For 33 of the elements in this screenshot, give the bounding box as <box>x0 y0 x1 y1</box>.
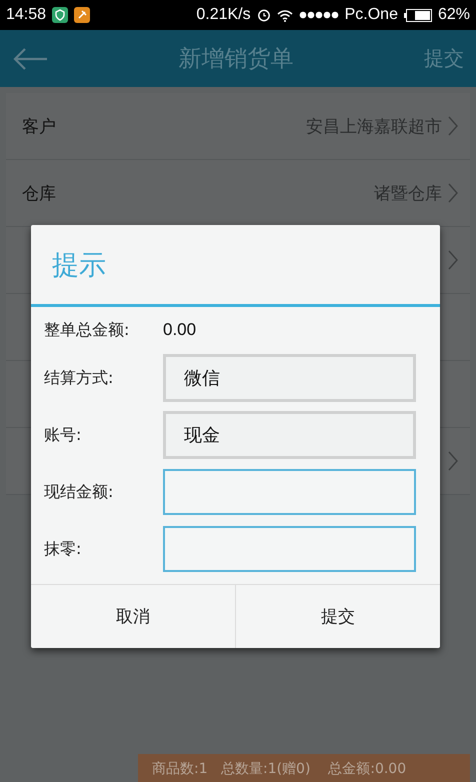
dialog-button[interactable]: 提交 <box>235 585 440 648</box>
select-field[interactable]: 现金 <box>163 411 416 459</box>
row-label: 仓库 <box>22 182 56 204</box>
page-title: 新增销货单 <box>178 45 294 74</box>
summary-bar: 商品数:1 总数量:1(赠0) 总金额:0.00 <box>138 754 470 782</box>
input-field[interactable] <box>163 526 416 572</box>
chevron-icon <box>448 250 458 270</box>
dialog-button[interactable]: 取消 <box>31 585 235 648</box>
chevron-icon <box>448 116 458 136</box>
field-label: 结算方式: <box>44 368 114 388</box>
dialog-title: 提示 <box>31 225 440 307</box>
wifi-icon <box>276 8 293 22</box>
alarm-icon <box>256 8 271 22</box>
chevron-icon <box>448 183 458 203</box>
select-field[interactable]: 微信 <box>163 354 416 402</box>
field-label: 现结金额: <box>44 482 114 502</box>
field-label: 整单总金额: <box>44 320 130 340</box>
battery-icon <box>404 8 432 22</box>
signal-icon <box>298 11 339 19</box>
back-button[interactable] <box>12 46 48 70</box>
carrier-name: Pc.One <box>344 6 398 24</box>
row-label: 客户 <box>22 116 56 138</box>
network-speed: 0.21K/s <box>196 6 251 24</box>
app-icon <box>74 7 90 23</box>
battery-level: 62% <box>438 6 470 24</box>
status-time: 14:58 <box>6 6 46 24</box>
shield-icon <box>52 7 68 23</box>
amount-value: 0.00 <box>163 320 196 340</box>
input-field[interactable] <box>163 469 416 515</box>
field-label: 抹零: <box>44 538 82 560</box>
back-arrow-icon <box>12 46 48 70</box>
chevron-icon <box>448 451 458 471</box>
field-label: 账号: <box>44 424 82 446</box>
